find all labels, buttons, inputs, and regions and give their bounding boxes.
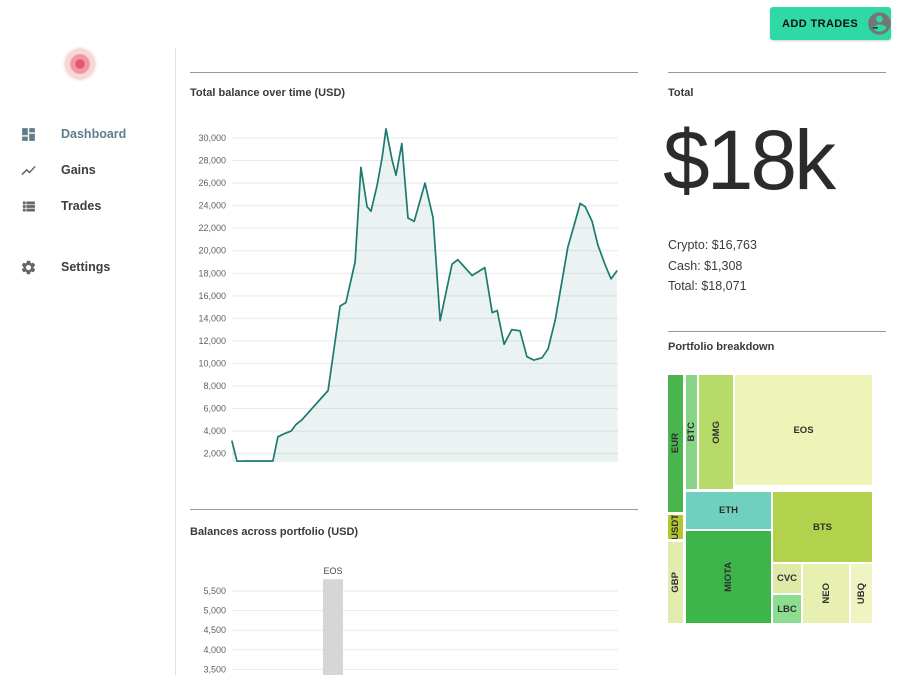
treemap-cell-label: LBC [777,603,797,615]
treemap-cell-label: BTC [686,422,697,442]
treemap-cell-label: NEO [820,583,832,604]
panel-divider [668,72,886,73]
treemap-cell-eth[interactable]: ETH [686,492,771,529]
panel-divider [190,72,638,73]
y-tick-label: 10,000 [198,358,226,368]
total-detail-total: Total: $18,071 [668,279,747,293]
sidebar-item-trades[interactable]: Trades [0,189,175,223]
balances-bar-chart[interactable]: 5,500 5,000 4,500 4,000 3,500 EOS [190,560,620,675]
y-tick-label: 20,000 [198,246,226,256]
treemap-cell-lbc[interactable]: LBC [773,595,801,623]
sidebar-item-label: Dashboard [61,127,127,141]
treemap-cell-btc[interactable]: BTC [686,375,697,489]
sidebar-item-dashboard[interactable]: Dashboard [0,117,175,151]
gear-icon [21,260,36,274]
y-tick-label: 5,500 [203,586,226,596]
y-tick-label: 26,000 [198,178,226,188]
total-detail-crypto: Crypto: $16,763 [668,238,757,252]
portfolio-title: Portfolio breakdown [668,341,775,353]
treemap-cell-miota[interactable]: MIOTA [686,531,771,623]
sidebar-item-label: Settings [61,260,111,274]
treemap-cell-usdt[interactable]: USDT [668,515,683,539]
treemap-cell-label: OMG [710,420,722,444]
treemap-cell-label: UBQ [856,582,867,605]
treemap-cell-label: ETH [719,505,738,516]
y-tick-label: 30,000 [198,133,226,143]
treemap-cell-label: USDT [670,515,681,539]
sidebar-item-label: Gains [61,163,96,177]
treemap-cell-label: CVC [776,573,798,584]
user-avatar-button[interactable] [866,10,893,37]
dashboard-icon [22,127,35,141]
add-trades-label: ADD TRADES [782,17,859,30]
balances-bar-title: Balances across portfolio (USD) [190,526,359,538]
app-logo [56,40,104,88]
total-headline: $18k [663,113,836,207]
y-tick-label: 6,000 [203,404,226,414]
treemap-cell-eur[interactable]: EUR [668,375,683,512]
treemap-cell-label: BTS [813,521,832,533]
portfolio-treemap: EUR BTC OMG EOS ETH USDT GBP MIOTA BTS CVC LBC NEO U… [668,375,872,623]
y-tick-label: 14,000 [198,313,226,323]
treemap-cell-cvc[interactable]: CVC [773,564,801,593]
balance-line-chart[interactable]: 2,000 4,000 6,000 8,000 10,000 12,000 14,000 16… [190,118,620,470]
y-tick-label: 2,000 [203,449,226,459]
panel-divider [190,509,638,510]
treemap-cell-gbp[interactable]: GBP [668,542,683,623]
account-circle-icon [868,12,891,35]
treemap-cell-label: EUR [670,433,681,454]
treemap-cell-omg[interactable]: OMG [699,375,733,489]
total-details: Crypto: $16,763 Cash: $1,308 Total: $18,… [668,235,757,297]
y-tick-label: 12,000 [198,336,226,346]
treemap-cell-label: MIOTA [723,562,734,592]
treemap-cell-neo[interactable]: NEO [803,564,849,623]
panel-divider [668,331,886,332]
y-tick-label: 4,000 [203,426,226,436]
treemap-cell-label: GBP [670,572,681,593]
y-tick-label: 24,000 [198,201,226,211]
treemap-cell-eos[interactable]: EOS [735,375,872,485]
y-tick-label: 16,000 [198,291,226,301]
sidebar-item-gains[interactable]: Gains [0,153,175,187]
total-title: Total [668,87,694,99]
list-icon [22,201,35,211]
sidebar-divider [175,48,176,675]
bar-label: EOS [323,566,342,576]
total-detail-cash: Cash: $1,308 [668,258,743,273]
treemap-cell-ubq[interactable]: UBQ [851,564,872,623]
balance-chart-title: Total balance over time (USD) [190,87,346,99]
y-tick-label: 22,000 [198,223,226,233]
sidebar-item-settings[interactable]: Settings [0,250,175,284]
y-tick-label: 28,000 [198,156,226,166]
treemap-cell-label: EOS [793,424,814,436]
y-tick-label: 5,000 [203,606,226,616]
y-tick-label: 18,000 [198,268,226,278]
treemap-cell-bts[interactable]: BTS [773,492,872,562]
sidebar-item-label: Trades [61,199,102,213]
y-tick-label: 4,500 [203,625,226,635]
y-tick-label: 3,500 [203,664,226,674]
sidebar: Dashboard Gains Trades Settings [0,0,175,675]
line-chart-icon [21,165,36,175]
y-tick-label: 4,000 [203,645,226,655]
y-tick-label: 8,000 [203,381,226,391]
bar-eos[interactable] [323,579,343,675]
